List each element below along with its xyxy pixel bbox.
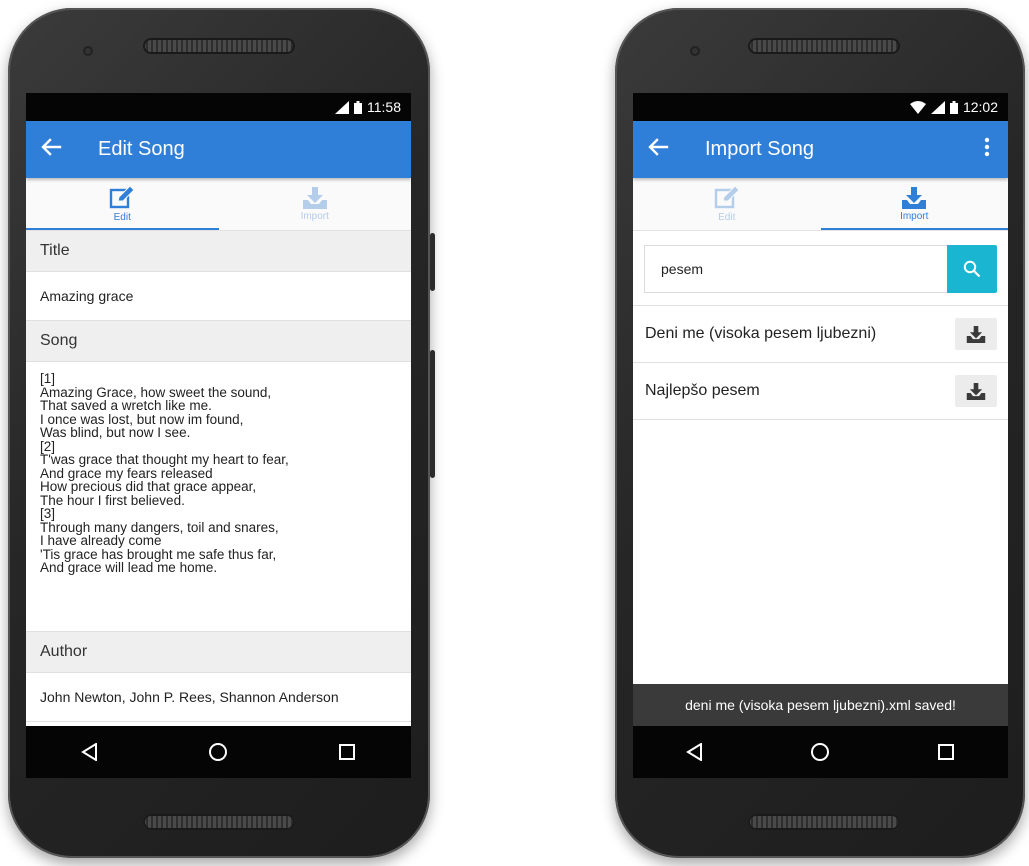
list-item[interactable]: Deni me (visoka pesem ljubezni) bbox=[633, 306, 1008, 363]
status-bar: 12:02 bbox=[633, 93, 1008, 121]
download-button[interactable] bbox=[955, 318, 997, 350]
tab-edit[interactable]: Edit bbox=[633, 178, 821, 230]
author-field[interactable]: John Newton, John P. Rees, Shannon Ander… bbox=[26, 673, 411, 722]
search-row: pesem bbox=[644, 245, 997, 293]
title-field[interactable]: Amazing grace bbox=[26, 272, 411, 321]
nav-recents-icon[interactable] bbox=[937, 743, 955, 761]
title-section-header: Title bbox=[26, 231, 411, 272]
download-button[interactable] bbox=[955, 375, 997, 407]
result-title: Deni me (visoka pesem ljubezni) bbox=[645, 325, 877, 342]
overflow-menu-icon[interactable] bbox=[984, 137, 990, 163]
phone-edit-song: 11:58 Edit Song Edit Import Title Amazin… bbox=[8, 8, 435, 858]
bottom-speaker bbox=[143, 814, 295, 830]
nav-home-icon[interactable] bbox=[208, 742, 228, 762]
song-lyrics-field[interactable]: [1] Amazing Grace, how sweet the sound, … bbox=[26, 362, 411, 632]
nav-bar bbox=[26, 726, 411, 778]
tab-import[interactable]: Import bbox=[820, 178, 1009, 230]
top-speaker bbox=[748, 38, 900, 54]
edit-screen: 11:58 Edit Song Edit Import Title Amazin… bbox=[26, 93, 411, 778]
status-bar: 11:58 bbox=[26, 93, 411, 121]
edit-icon bbox=[714, 185, 740, 208]
download-icon bbox=[302, 186, 327, 209]
tab-import-label: Import bbox=[300, 210, 329, 222]
tab-edit[interactable]: Edit bbox=[26, 178, 219, 230]
page-title: Import Song bbox=[705, 138, 814, 160]
results-list: Deni me (visoka pesem ljubezni) Najlepšo… bbox=[633, 305, 1008, 420]
bottom-speaker bbox=[748, 814, 900, 830]
tab-bar: Edit Import bbox=[633, 178, 1008, 231]
download-icon bbox=[902, 186, 927, 209]
song-section-header: Song bbox=[26, 321, 411, 362]
status-time: 11:58 bbox=[367, 99, 401, 115]
signal-icon bbox=[335, 100, 349, 114]
tab-edit-label: Edit bbox=[718, 211, 736, 223]
tab-import[interactable]: Import bbox=[219, 178, 412, 230]
download-icon bbox=[966, 325, 986, 343]
app-bar: Edit Song bbox=[26, 121, 411, 178]
signal-icon bbox=[930, 100, 945, 114]
nav-back-icon[interactable] bbox=[686, 743, 704, 761]
edit-icon bbox=[110, 185, 135, 208]
tab-bar: Edit Import bbox=[26, 178, 411, 231]
nav-home-icon[interactable] bbox=[810, 742, 830, 762]
toast-message: deni me (visoka pesem ljubezni).xml save… bbox=[633, 684, 1008, 726]
battery-icon bbox=[949, 100, 958, 114]
page-title: Edit Song bbox=[98, 138, 185, 160]
search-input[interactable]: pesem bbox=[644, 245, 947, 293]
download-icon bbox=[966, 382, 986, 400]
list-item[interactable]: Najlepšo pesem bbox=[633, 363, 1008, 420]
front-camera bbox=[83, 46, 93, 56]
status-time: 12:02 bbox=[962, 99, 998, 115]
front-camera bbox=[690, 46, 700, 56]
tab-import-label: Import bbox=[900, 210, 929, 222]
back-arrow-icon[interactable] bbox=[647, 136, 671, 163]
nav-back-icon[interactable] bbox=[80, 743, 99, 761]
app-bar: Import Song bbox=[633, 121, 1008, 178]
top-speaker bbox=[143, 38, 295, 54]
search-button[interactable] bbox=[947, 245, 997, 293]
power-button bbox=[430, 233, 435, 291]
author-section-header: Author bbox=[26, 632, 411, 673]
nav-recents-icon[interactable] bbox=[338, 743, 356, 761]
back-arrow-icon[interactable] bbox=[40, 136, 64, 163]
wifi-icon bbox=[909, 100, 926, 114]
phone-import-song: 12:02 Import Song Edit Import pesem Deni… bbox=[615, 8, 1025, 858]
volume-button bbox=[430, 350, 435, 478]
result-title: Najlepšo pesem bbox=[645, 382, 760, 399]
battery-icon bbox=[354, 100, 362, 114]
search-icon bbox=[963, 260, 981, 278]
tab-edit-label: Edit bbox=[113, 211, 131, 223]
import-screen: 12:02 Import Song Edit Import pesem Deni… bbox=[633, 93, 1008, 778]
nav-bar bbox=[633, 726, 1008, 778]
